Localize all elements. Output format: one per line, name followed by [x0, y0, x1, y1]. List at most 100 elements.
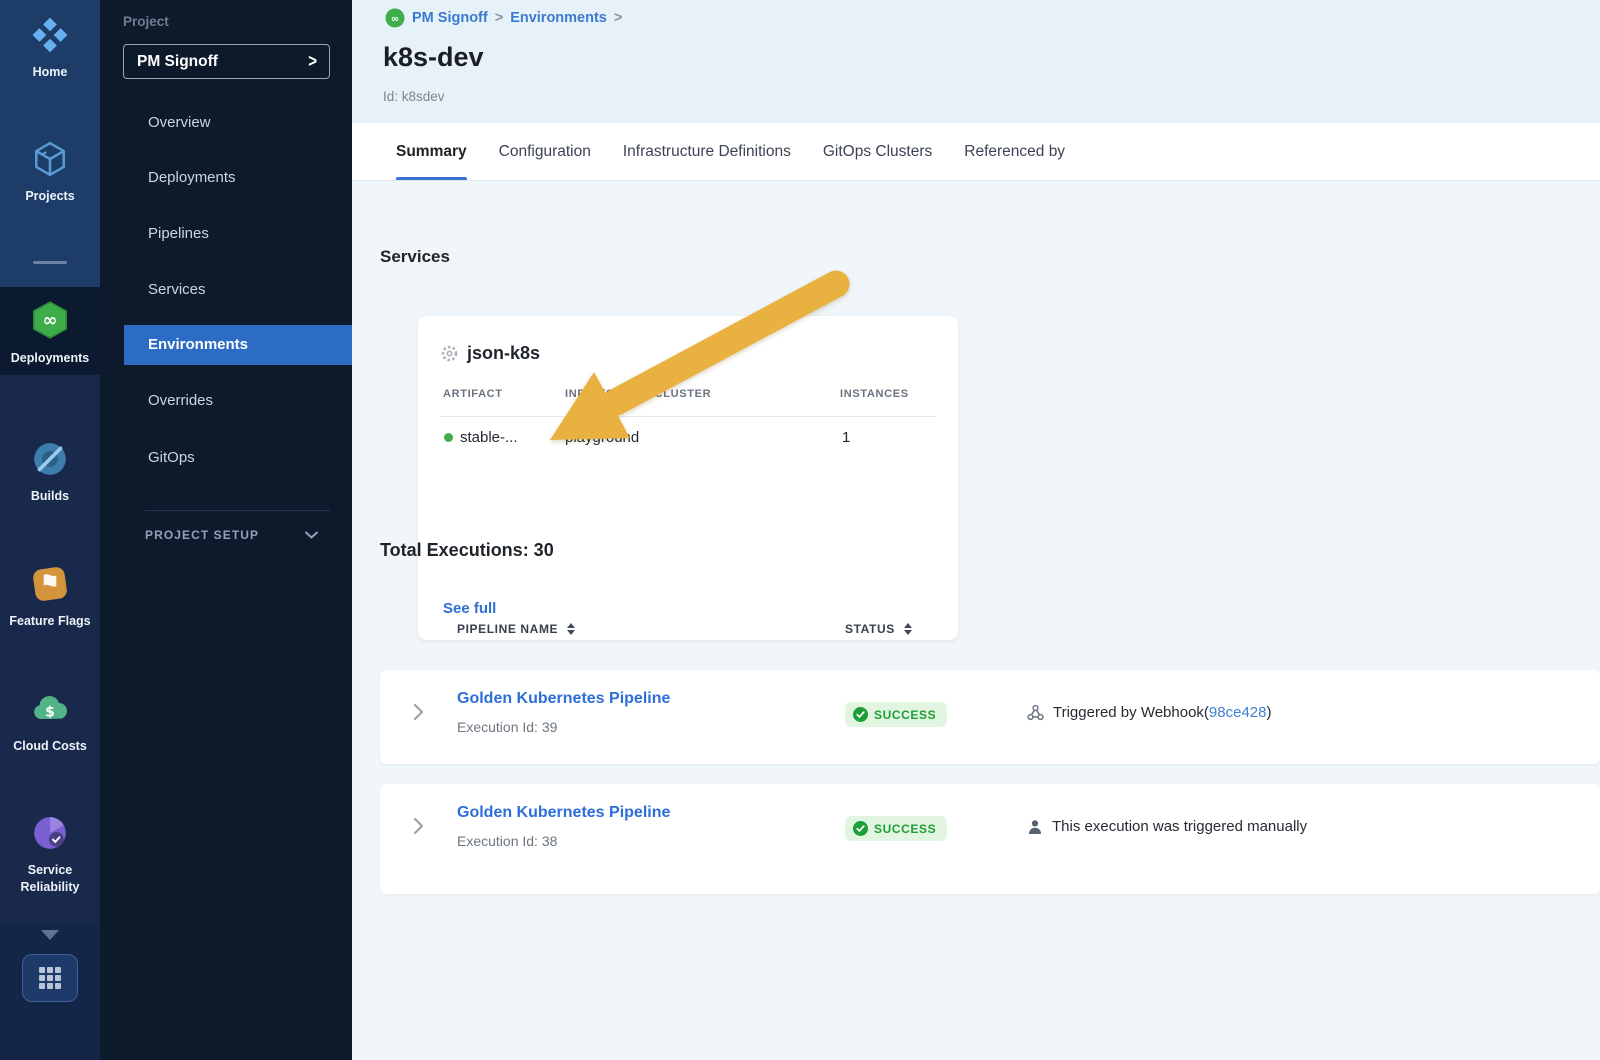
success-check-icon: [853, 821, 868, 836]
execution-row[interactable]: Golden Kubernetes Pipeline Execution Id:…: [380, 784, 1600, 894]
project-sidebar: Project PM Signoff > Overview Deployment…: [100, 0, 352, 1060]
see-full-link[interactable]: See full: [443, 600, 496, 617]
sidebar-item-overrides[interactable]: Overrides: [100, 381, 352, 421]
rail-item-home[interactable]: Home: [0, 16, 100, 83]
execution-id: Execution Id: 39: [457, 719, 557, 735]
projects-icon: [31, 140, 69, 178]
breadcrumb-separator: >: [495, 10, 503, 26]
trigger-info: This execution was triggered manually: [1027, 818, 1307, 835]
project-setup-label: PROJECT SETUP: [145, 528, 259, 542]
status-badge: SUCCESS: [845, 816, 947, 841]
column-artifact: ARTIFACT: [443, 388, 503, 400]
service-gear-icon: [440, 344, 459, 363]
builds-icon: [31, 440, 69, 478]
project-name: PM Signoff: [137, 53, 218, 71]
status-sort-header[interactable]: STATUS: [845, 622, 912, 636]
sort-icon: [567, 623, 575, 635]
breadcrumb-project-link[interactable]: PM Signoff: [412, 10, 488, 26]
success-check-icon: [853, 707, 868, 722]
webhook-id-link[interactable]: 98ce428: [1209, 704, 1267, 721]
page-id: Id: k8sdev: [383, 89, 445, 104]
sidebar-item-overview[interactable]: Overview: [100, 103, 352, 143]
person-icon: [1027, 819, 1043, 835]
execution-row[interactable]: Golden Kubernetes Pipeline Execution Id:…: [380, 670, 1600, 764]
tab-configuration[interactable]: Configuration: [499, 123, 591, 180]
card-divider: [441, 416, 935, 417]
main-content: ∞ PM Signoff > Environments > k8s-dev Id…: [352, 0, 1600, 1060]
rail-item-deployments[interactable]: ∞ Deployments: [0, 300, 100, 369]
chevron-down-icon: [305, 531, 318, 539]
breadcrumb-environments-link[interactable]: Environments: [510, 10, 607, 26]
sidebar-item-deployments[interactable]: Deployments: [100, 158, 352, 198]
svg-text:$: $: [45, 705, 55, 721]
page-header: ∞ PM Signoff > Environments > k8s-dev Id…: [352, 0, 1600, 123]
rail-label: Home: [0, 62, 100, 83]
status-text: SUCCESS: [874, 708, 936, 722]
sidebar-item-pipelines[interactable]: Pipelines: [100, 214, 352, 254]
pipeline-name-link[interactable]: Golden Kubernetes Pipeline: [457, 690, 670, 708]
project-label: Project: [123, 14, 169, 29]
expand-chevron-icon[interactable]: [413, 703, 424, 721]
rail-label: Projects: [0, 186, 100, 207]
artifact-cell: stable-...: [444, 429, 518, 446]
instances-cell: 1: [842, 429, 850, 446]
rail-item-projects[interactable]: Projects: [0, 140, 100, 207]
artifact-value: stable-...: [460, 429, 518, 446]
tab-infrastructure-definitions[interactable]: Infrastructure Definitions: [623, 123, 791, 180]
tab-summary[interactable]: Summary: [396, 123, 467, 180]
rail-item-service-reliability[interactable]: Service Reliability: [0, 814, 100, 898]
column-instances: INSTANCES: [840, 388, 909, 400]
tab-gitops-clusters[interactable]: GitOps Clusters: [823, 123, 932, 180]
sidebar-item-services[interactable]: Services: [100, 270, 352, 310]
services-heading: Services: [380, 247, 450, 267]
feature-flags-icon: [31, 565, 69, 603]
sidebar-item-gitops[interactable]: GitOps: [100, 438, 352, 478]
project-selector[interactable]: PM Signoff >: [123, 44, 330, 79]
rail-label: Builds: [0, 486, 100, 507]
webhook-icon: [1027, 704, 1044, 721]
module-rail: Home Projects ∞ Deployments Builds: [0, 0, 100, 1060]
pipeline-name-link[interactable]: Golden Kubernetes Pipeline: [457, 804, 670, 822]
rail-collapse-chevron-icon[interactable]: [41, 930, 59, 940]
execution-id: Execution Id: 38: [457, 833, 557, 849]
rail-divider: [33, 261, 67, 264]
breadcrumb-separator: >: [614, 10, 622, 26]
pipeline-name-header: PIPELINE NAME: [457, 622, 558, 636]
column-infra-gitops-cluster: INFRA/GITOPS CLUSTER: [565, 388, 711, 400]
trigger-text: Triggered by Webhook(98ce428): [1053, 704, 1271, 721]
rail-item-feature-flags[interactable]: Feature Flags: [0, 565, 100, 632]
rail-label: Cloud Costs: [0, 736, 100, 757]
grid-icon: [39, 967, 61, 989]
status-text: SUCCESS: [874, 822, 936, 836]
sidebar-divider: [145, 510, 330, 511]
home-icon: [31, 16, 69, 54]
tab-referenced-by[interactable]: Referenced by: [964, 123, 1065, 180]
module-switcher-button[interactable]: [22, 954, 78, 1002]
svg-text:∞: ∞: [43, 311, 58, 331]
app-window: Home Projects ∞ Deployments Builds: [0, 0, 1600, 1060]
status-badge: SUCCESS: [845, 702, 947, 727]
service-card[interactable]: json-k8s ARTIFACT INFRA/GITOPS CLUSTER I…: [418, 316, 958, 640]
rail-item-cloud-costs[interactable]: $ Cloud Costs: [0, 690, 100, 757]
svg-text:∞: ∞: [391, 14, 399, 25]
cd-module-icon: ∞: [385, 8, 405, 28]
cluster-cell: playground: [565, 429, 639, 446]
expand-chevron-icon[interactable]: [413, 817, 424, 835]
project-setup-toggle[interactable]: PROJECT SETUP: [145, 528, 325, 542]
status-header: STATUS: [845, 622, 895, 636]
rail-item-builds[interactable]: Builds: [0, 440, 100, 507]
service-card-title: json-k8s: [440, 343, 540, 364]
chevron-right-icon: >: [308, 51, 317, 71]
tab-bar: Summary Configuration Infrastructure Def…: [352, 123, 1600, 181]
status-dot-icon: [444, 433, 453, 442]
page-title: k8s-dev: [383, 42, 484, 73]
sort-icon: [904, 623, 912, 635]
rail-label: Reliability: [0, 877, 100, 898]
service-reliability-icon: [31, 814, 69, 852]
total-executions: Total Executions: 30: [380, 540, 554, 561]
breadcrumb: ∞ PM Signoff > Environments >: [385, 8, 622, 28]
trigger-text: This execution was triggered manually: [1052, 818, 1307, 835]
sidebar-item-environments[interactable]: Environments: [124, 325, 352, 365]
pipeline-name-sort-header[interactable]: PIPELINE NAME: [457, 622, 575, 636]
cloud-costs-icon: $: [30, 690, 70, 728]
